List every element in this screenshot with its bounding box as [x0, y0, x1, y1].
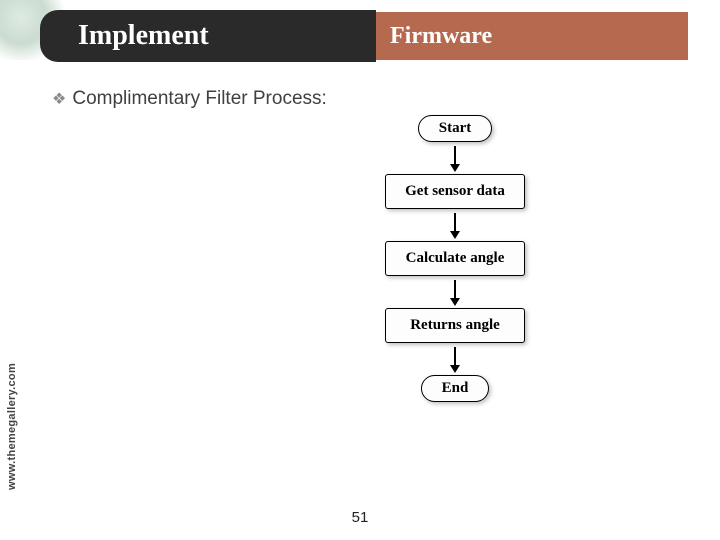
arrow-down-icon: [450, 146, 460, 172]
title-right-text: Firmware: [390, 23, 492, 50]
arrow-down-icon: [450, 213, 460, 239]
flowchart-node-returns: Returns angle: [385, 308, 525, 343]
flowchart-node-start: Start: [418, 115, 493, 142]
title-left-text: Implement: [78, 20, 209, 52]
title-left-panel: Implement: [40, 10, 376, 62]
bullet-text: Complimentary Filter Process:: [72, 88, 326, 110]
title-right-panel: Firmware: [376, 10, 690, 62]
diamond-bullet-icon: ❖: [52, 89, 66, 109]
arrow-down-icon: [450, 280, 460, 306]
page-number: 51: [0, 509, 720, 526]
title-bar: Implement Firmware: [40, 10, 690, 62]
arrow-down-icon: [450, 347, 460, 373]
bullet-item: ❖ Complimentary Filter Process:: [52, 88, 327, 110]
flowchart-node-end: End: [421, 375, 490, 402]
flowchart: Start Get sensor data Calculate angle Re…: [345, 115, 565, 402]
flowchart-node-get-sensor: Get sensor data: [385, 174, 525, 209]
vertical-url-text: www.themegallery.com: [6, 363, 18, 490]
flowchart-node-calculate: Calculate angle: [385, 241, 525, 276]
